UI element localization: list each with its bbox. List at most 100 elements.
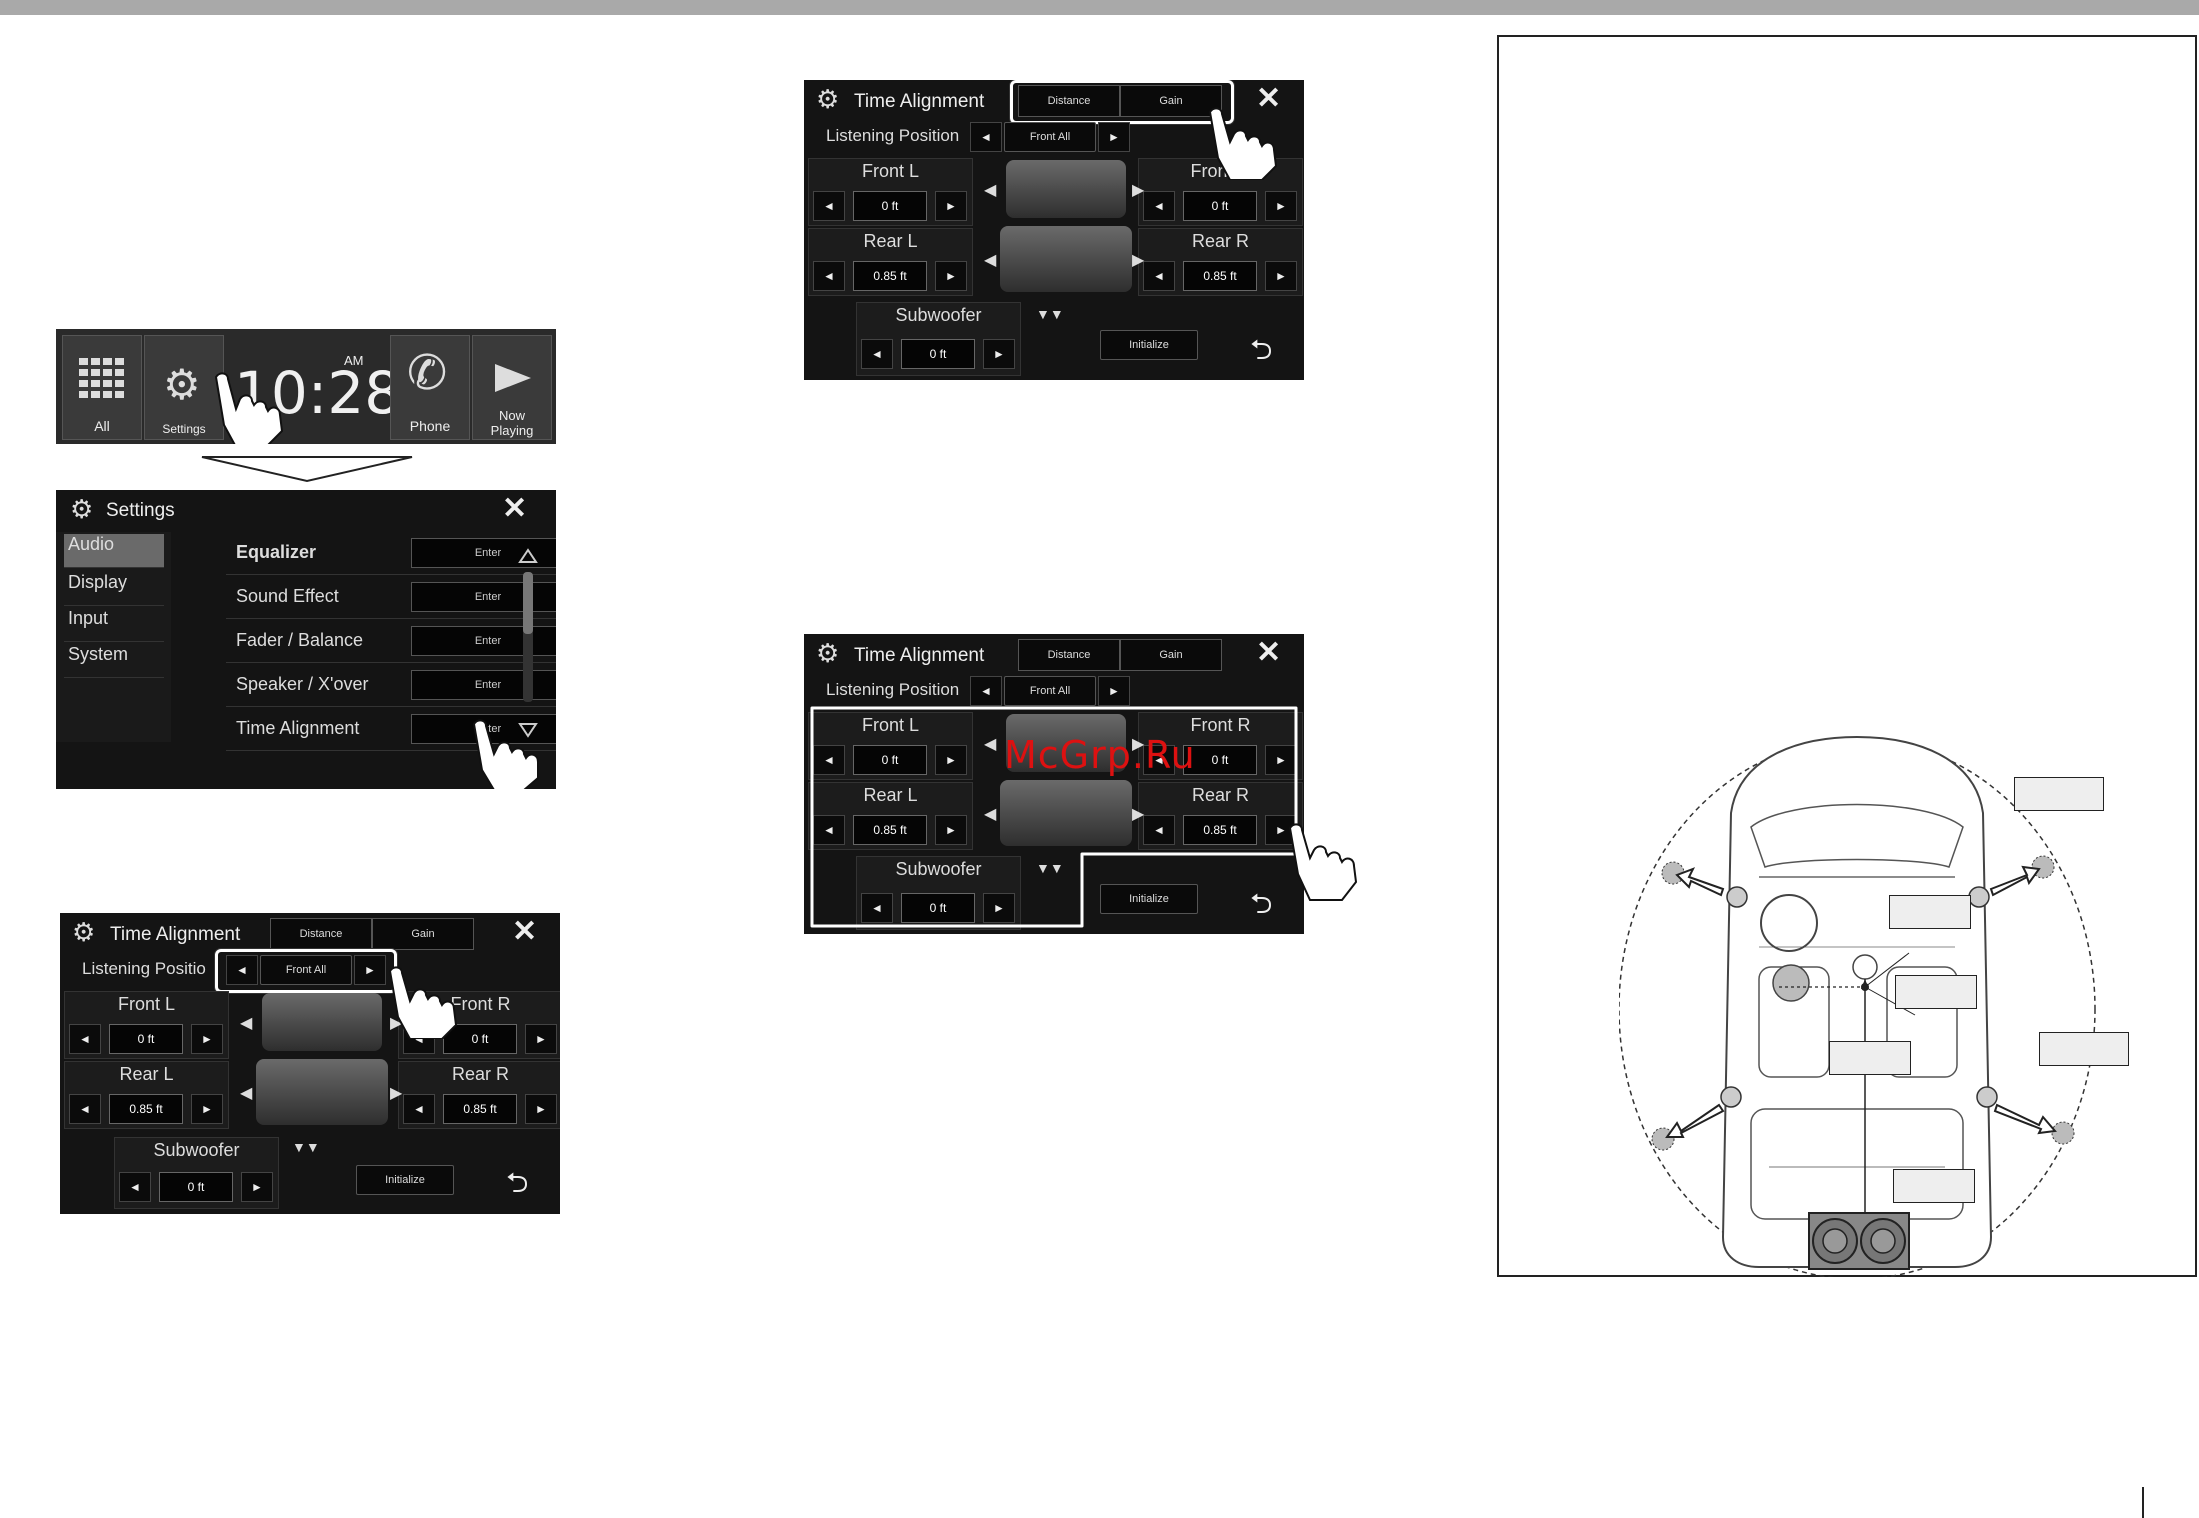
increase-button[interactable]: ► [935, 261, 967, 291]
decrease-button[interactable]: ◄ [1143, 261, 1175, 291]
gear-icon: ⚙ [72, 917, 96, 947]
time-alignment-screen-3: ⚙ Time Alignment Distance Gain ✕ Listeni… [804, 634, 1304, 934]
all-label: All [94, 418, 110, 434]
back-arrow-icon[interactable]: ⮌ [1250, 336, 1272, 364]
label-box-position-2 [1895, 975, 1977, 1009]
channel-label: Rear L [119, 1064, 174, 1084]
increase-button[interactable]: ► [983, 339, 1015, 369]
now-playing-label-2: Playing [490, 423, 534, 438]
down-arrow-connector [201, 456, 413, 483]
sidebar-item-system[interactable]: System [64, 644, 164, 678]
tab-distance[interactable]: Distance [1018, 639, 1120, 671]
tab-gain[interactable]: Gain [1120, 639, 1222, 671]
enter-button[interactable]: Enter [411, 582, 556, 612]
decrease-button[interactable]: ◄ [813, 191, 845, 221]
phone-icon: ✆ [407, 347, 448, 400]
listening-next-button[interactable]: ► [1098, 676, 1130, 706]
subwoofer-icon: ▼▼ [1036, 306, 1064, 322]
pointing-hand-icon [388, 966, 458, 1039]
channel-rear-r: Rear R ◄ 0.85 ft ► [1138, 228, 1303, 296]
now-playing-label-1: Now [498, 408, 525, 423]
listening-position-label: Listening Positio [82, 959, 206, 978]
increase-button[interactable]: ► [525, 1094, 557, 1124]
listening-prev-button[interactable]: ◄ [970, 676, 1002, 706]
listening-position-value: Front All [1004, 122, 1096, 152]
increase-button[interactable]: ► [191, 1094, 223, 1124]
decrease-button[interactable]: ◄ [69, 1094, 101, 1124]
front-seats-image [262, 993, 382, 1051]
ta-title: Time Alignment [854, 645, 985, 666]
decrease-button[interactable]: ◄ [861, 339, 893, 369]
row-speaker-xover: Speaker / X'over Enter [226, 664, 556, 707]
sidebar-item-audio[interactable]: Audio [64, 534, 164, 568]
row-fader-balance: Fader / Balance Enter [226, 620, 556, 663]
all-button[interactable]: All [62, 335, 142, 440]
watermark: McGrp.Ru [1004, 733, 1196, 777]
decrease-button[interactable]: ◄ [119, 1172, 151, 1202]
channel-front-l: Front L ◄ 0 ft ► [808, 158, 973, 226]
row-label: Fader / Balance [236, 630, 364, 650]
gear-icon: ⚙ [70, 494, 94, 524]
page-edge-marker [2142, 1487, 2144, 1518]
sidebar-item-input[interactable]: Input [64, 608, 164, 642]
decrease-button[interactable]: ◄ [813, 261, 845, 291]
channel-label: Front L [117, 994, 176, 1014]
scrollbar[interactable] [523, 572, 533, 702]
speaker-icon: ▶ [1132, 182, 1145, 199]
close-icon[interactable]: ✕ [512, 917, 537, 947]
increase-button[interactable]: ► [241, 1172, 273, 1202]
increase-button[interactable]: ► [1265, 191, 1297, 221]
channel-label: Subwoofer [895, 305, 982, 325]
highlight-listening-position [215, 949, 397, 993]
speaker-icon: ▶ [390, 1085, 403, 1102]
highlight-tabs [1010, 80, 1234, 124]
decrease-button[interactable]: ◄ [403, 1094, 435, 1124]
rear-seats-image [256, 1059, 388, 1125]
time-alignment-screen-1: ⚙ Time Alignment Distance Gain ✕ Listeni… [60, 913, 560, 1214]
enter-button[interactable]: Enter [411, 670, 556, 700]
settings-title: Settings [106, 500, 175, 521]
decrease-button[interactable]: ◄ [1143, 191, 1175, 221]
subwoofer-value: 0 ft [159, 1172, 233, 1202]
gear-icon: ⚙ [163, 361, 201, 408]
ta-title: Time Alignment [110, 924, 241, 945]
back-arrow-icon[interactable]: ⮌ [506, 1169, 528, 1197]
initialize-button[interactable]: Initialize [356, 1165, 454, 1195]
initialize-button[interactable]: Initialize [1100, 330, 1198, 360]
increase-button[interactable]: ► [525, 1024, 557, 1054]
sidebar-item-display[interactable]: Display [64, 572, 164, 606]
listening-next-button[interactable]: ► [1098, 122, 1130, 152]
channel-rear-r: Rear R ◄ 0.85 ft ► [398, 1061, 560, 1129]
close-icon[interactable]: ✕ [1256, 638, 1281, 668]
increase-button[interactable]: ► [1265, 261, 1297, 291]
speaker-icon: ▶ [1132, 252, 1145, 269]
decrease-button[interactable]: ◄ [69, 1024, 101, 1054]
close-icon[interactable]: ✕ [502, 494, 527, 524]
label-box-subwoofer [1893, 1169, 1975, 1203]
phone-button[interactable]: ✆ Phone [390, 335, 470, 440]
listening-position-label: Listening Position [826, 126, 960, 145]
listening-prev-button[interactable]: ◄ [970, 122, 1002, 152]
speaker-icon: ◀ [984, 252, 997, 269]
enter-button[interactable]: Enter [411, 626, 556, 656]
clock-ampm: AM [344, 353, 364, 368]
pointing-hand-icon [1208, 107, 1278, 180]
speaker-position-panel [1497, 35, 2197, 1277]
tab-gain[interactable]: Gain [372, 918, 474, 950]
label-box-position-1 [1889, 895, 1971, 929]
settings-screen: ⚙ Settings ✕ Audio Display Input System … [56, 490, 556, 789]
increase-button[interactable]: ► [191, 1024, 223, 1054]
time-alignment-screen-2: ⚙ Time Alignment Distance Gain ✕ Listeni… [804, 80, 1304, 380]
channel-label: Rear R [451, 1064, 509, 1084]
now-playing-button[interactable]: Now Playing [472, 335, 552, 440]
increase-button[interactable]: ► [935, 191, 967, 221]
label-box-front-r [2014, 777, 2104, 811]
row-sound-effect: Sound Effect Enter [226, 576, 556, 619]
channel-front-l: Front L ◄ 0 ft ► [64, 991, 229, 1059]
channel-label: Front L [861, 161, 920, 181]
speaker-icon: ◀ [240, 1015, 253, 1032]
channel-subwoofer: Subwoofer ◄ 0 ft ► [114, 1137, 279, 1209]
row-equalizer: Equalizer Enter [226, 532, 556, 575]
scroll-up-icon[interactable] [518, 548, 538, 564]
tab-distance[interactable]: Distance [270, 918, 372, 950]
